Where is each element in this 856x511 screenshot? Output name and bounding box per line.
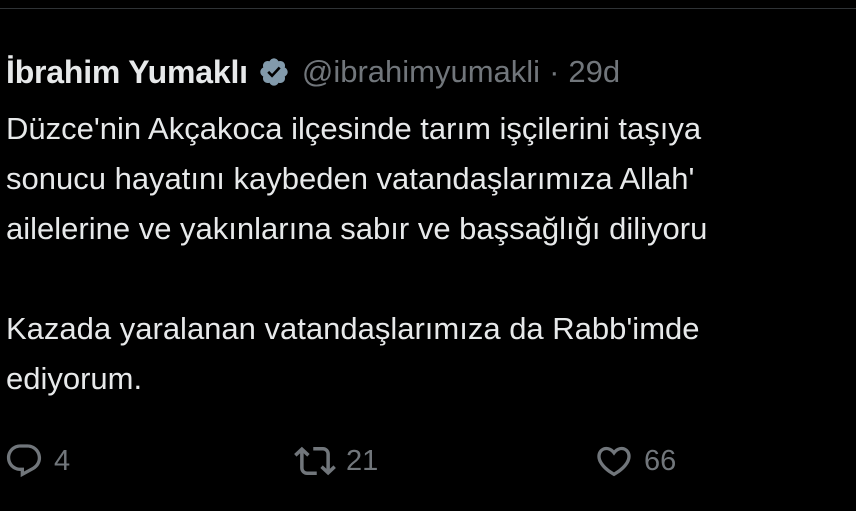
- tweet-text-line: Düzce'nin Akçakoca ilçesinde tarım işçil…: [6, 111, 702, 146]
- tweet-actions: 4 21 66: [0, 438, 856, 484]
- retweet-count: 21: [346, 444, 379, 477]
- author-handle[interactable]: @ibrahimyumakli: [302, 54, 540, 90]
- tweet-header: İbrahim Yumaklı @ibrahimyumakli · 29d: [6, 50, 620, 94]
- retweet-icon: [294, 440, 336, 482]
- tweet-text-line: ediyorum.: [6, 361, 143, 396]
- reply-count: 4: [54, 444, 71, 477]
- top-divider: [0, 8, 856, 9]
- retweet-button[interactable]: 21: [294, 438, 378, 484]
- like-count: 66: [644, 444, 677, 477]
- tweet-body: Düzce'nin Akçakoca ilçesinde tarım işçil…: [6, 104, 856, 404]
- reply-button[interactable]: 4: [4, 438, 70, 484]
- tweet-card[interactable]: İbrahim Yumaklı @ibrahimyumakli · 29d Dü…: [0, 0, 856, 511]
- tweet-text-line: Kazada yaralanan vatandaşlarımıza da Rab…: [6, 311, 700, 346]
- verified-check-icon[interactable]: [258, 56, 290, 88]
- reply-icon: [4, 441, 44, 481]
- tweet-time[interactable]: 29d: [568, 54, 620, 90]
- tweet-text-line: sonucu hayatını kaybeden vatandaşlarımız…: [6, 161, 695, 196]
- like-button[interactable]: 66: [594, 438, 676, 484]
- heart-icon: [594, 441, 634, 481]
- header-separator: ·: [549, 54, 560, 89]
- author-display-name[interactable]: İbrahim Yumaklı: [6, 54, 248, 91]
- tweet-text-line: ailelerine ve yakınlarına sabır ve başsa…: [6, 211, 708, 246]
